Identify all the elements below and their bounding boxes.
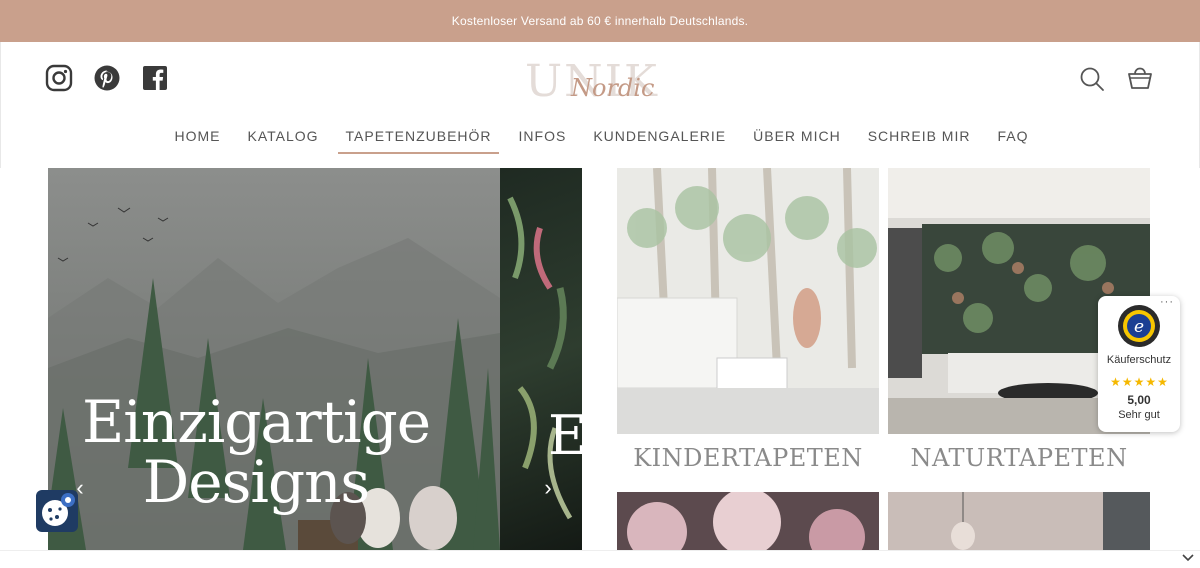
main-navigation: HOME KATALOG TAPETENZUBEHÖR INFOS KUNDEN… — [1, 126, 1200, 154]
rating-stars: ★ ★ ★ ★ ★ — [1104, 376, 1174, 388]
category-tile-room[interactable] — [888, 492, 1150, 550]
nav-item-schreib-mir[interactable]: SCHREIB MIR — [854, 126, 984, 154]
announcement-text: Kostenloser Versand ab 60 € innerhalb De… — [451, 14, 749, 28]
trusted-shops-badge[interactable]: ··· e Käuferschutz ★ ★ ★ ★ ★ 5,00 Sehr g… — [1098, 296, 1180, 432]
hero-slider[interactable]: Einzigartige Designs E ‹ › — [48, 168, 582, 550]
cart-icon[interactable] — [1127, 66, 1153, 92]
star-icon: ★ — [1121, 375, 1133, 389]
hero-title: Einzigartige Designs — [81, 388, 431, 516]
badge-rating-text: Sehr gut — [1118, 409, 1160, 421]
star-icon: ★ — [1110, 375, 1121, 389]
site-header: UNIK Nordic HOME KATALOG TAPETENZUBEHÖR … — [0, 42, 1200, 168]
trusted-shops-seal-icon: e — [1117, 304, 1161, 348]
star-icon: ★ — [1157, 375, 1168, 389]
badge-title: Käuferschutz — [1106, 354, 1172, 366]
nav-item-home[interactable]: HOME — [160, 126, 233, 154]
nav-item-kundengalerie[interactable]: KUNDENGALERIE — [579, 126, 739, 154]
social-links — [45, 64, 169, 92]
header-actions — [1079, 66, 1153, 92]
badge-menu-dots[interactable]: ··· — [1160, 296, 1174, 308]
nav-item-katalog[interactable]: KATALOG — [233, 126, 331, 154]
nav-item-infos[interactable]: INFOS — [505, 126, 580, 154]
floral-image — [617, 492, 879, 550]
kindertapeten-image — [617, 168, 879, 434]
star-icon: ★ — [1133, 375, 1145, 389]
category-tile-kindertapeten[interactable]: KINDERTAPETEN — [617, 168, 879, 484]
announcement-bar: Kostenloser Versand ab 60 € innerhalb De… — [0, 0, 1200, 42]
search-icon[interactable] — [1079, 66, 1105, 92]
badge-rating: 5,00 — [1127, 393, 1151, 407]
logo-script-text: Nordic — [571, 74, 655, 102]
naturtapeten-label: NATURTAPETEN — [910, 444, 1128, 472]
room-image — [888, 492, 1150, 550]
nav-item-tapetenzubehoer[interactable]: TAPETENZUBEHÖR — [332, 126, 505, 154]
kindertapeten-label: KINDERTAPETEN — [633, 444, 863, 472]
facebook-icon[interactable] — [141, 64, 169, 92]
star-icon: ★ — [1145, 375, 1157, 389]
next-slide-title: E — [548, 404, 582, 467]
cookie-settings-button[interactable] — [36, 490, 78, 532]
chevron-down-icon[interactable] — [1182, 552, 1194, 566]
bottom-bar — [0, 550, 1200, 568]
instagram-icon[interactable] — [45, 64, 73, 92]
category-tile-floral[interactable] — [617, 492, 879, 550]
svg-text:e: e — [1134, 317, 1144, 337]
nav-item-faq[interactable]: FAQ — [983, 126, 1041, 154]
pinterest-icon[interactable] — [93, 64, 121, 92]
cookie-icon — [42, 493, 75, 526]
nav-item-ueber-mich[interactable]: ÜBER MICH — [739, 126, 854, 154]
next-slide-arrow[interactable]: › — [538, 476, 558, 500]
site-logo[interactable]: UNIK Nordic — [521, 54, 681, 107]
